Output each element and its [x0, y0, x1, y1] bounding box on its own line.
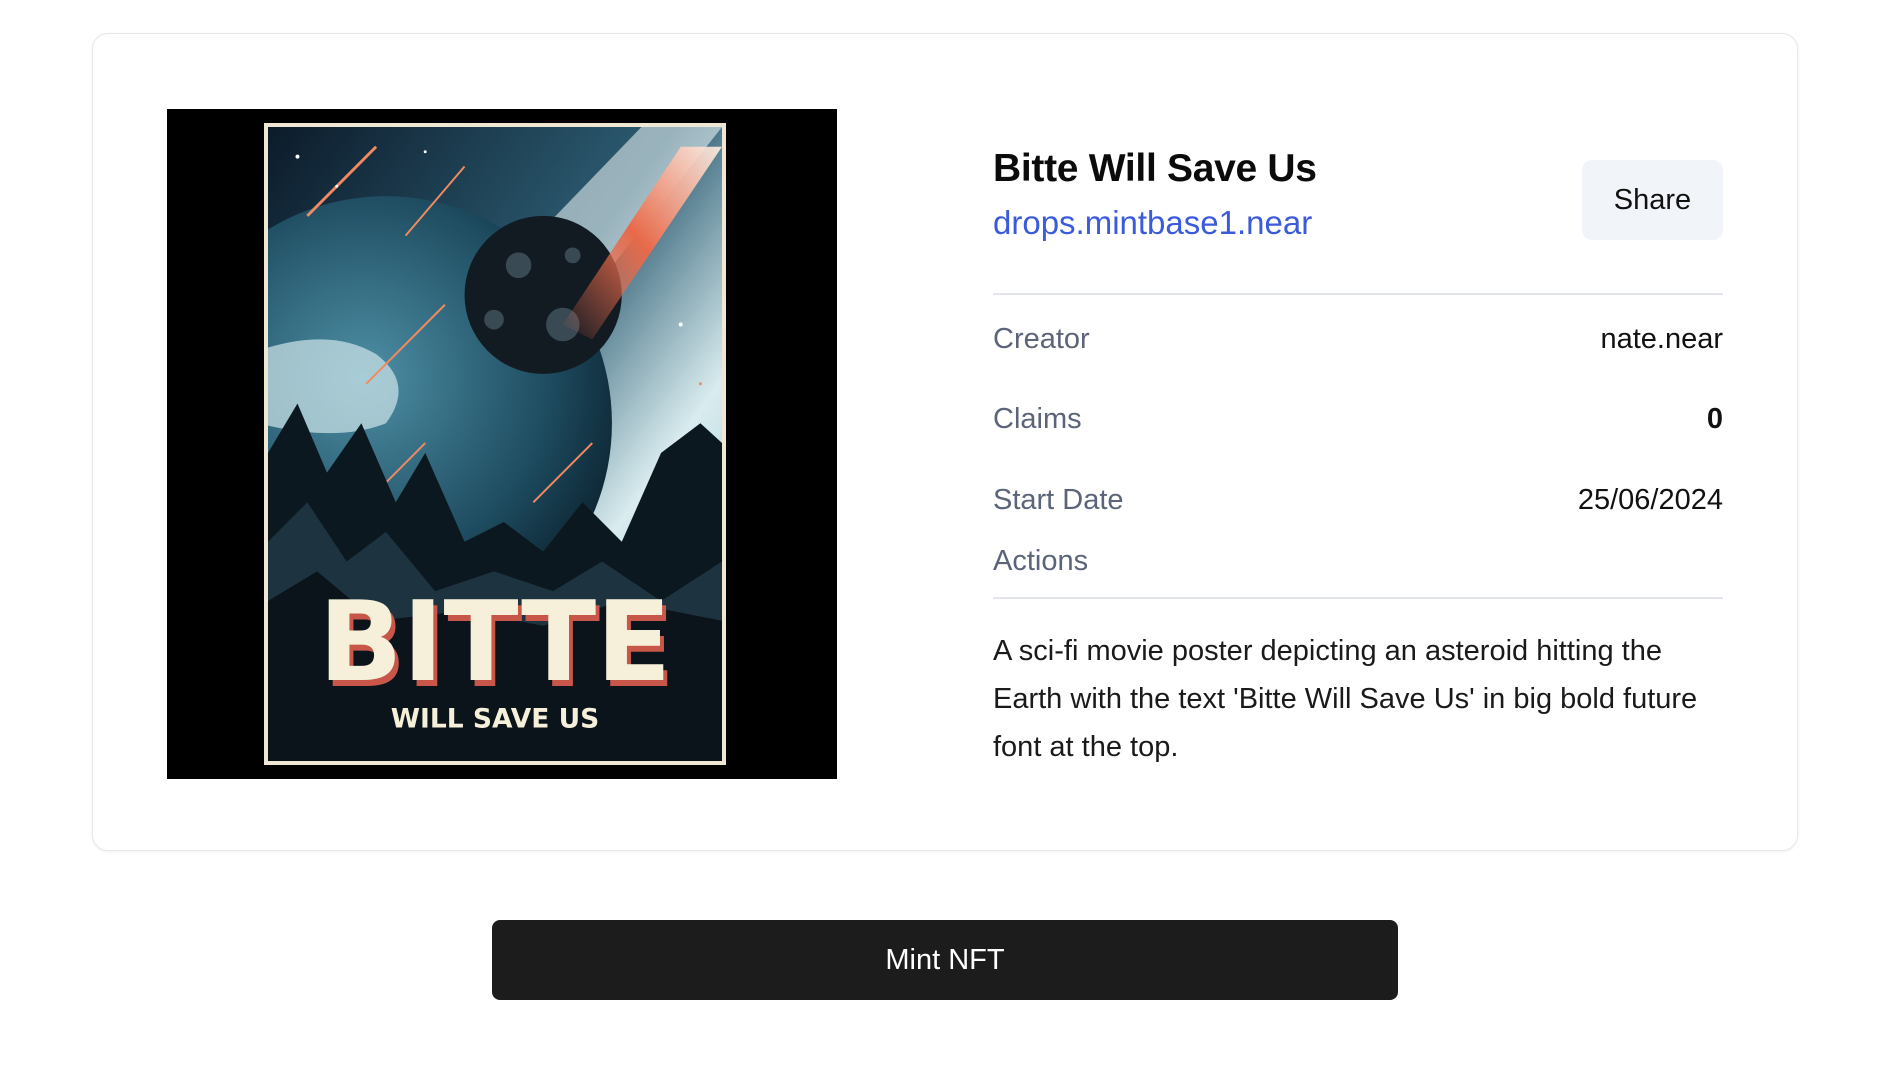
creator-value: nate.near: [1600, 322, 1723, 355]
divider-top: [993, 293, 1723, 295]
divider-bottom: [993, 597, 1723, 599]
meta-row-claims: Claims 0: [993, 399, 1723, 439]
contract-link[interactable]: drops.mintbase1.near: [993, 204, 1312, 242]
nft-drop-card: BITTE BITTE WILL SAVE US Bitte Will Save…: [92, 33, 1798, 851]
creator-label: Creator: [993, 322, 1090, 355]
poster-subtitle: WILL SAVE US: [391, 703, 599, 734]
nft-title: Bitte Will Save Us: [993, 147, 1317, 190]
poster-artwork: BITTE BITTE WILL SAVE US: [268, 127, 722, 761]
claims-value: 0: [1706, 402, 1723, 435]
nft-poster-image: BITTE BITTE WILL SAVE US: [264, 123, 726, 765]
start-date-value: 25/06/2024: [1577, 483, 1723, 516]
meta-row-creator: Creator nate.near: [993, 319, 1723, 359]
claims-label: Claims: [993, 402, 1082, 435]
actions-label: Actions: [993, 544, 1089, 577]
poster-title: BITTE: [319, 579, 672, 707]
share-button[interactable]: Share: [1582, 160, 1723, 240]
nft-description: A sci-fi movie poster depicting an aster…: [993, 635, 1698, 763]
meta-row-actions: Actions: [993, 541, 1723, 581]
start-date-label: Start Date: [993, 483, 1124, 516]
meta-row-start-date: Start Date 25/06/2024: [993, 480, 1723, 520]
mint-nft-button[interactable]: Mint NFT: [492, 920, 1398, 1000]
nft-image-frame: BITTE BITTE WILL SAVE US: [167, 109, 837, 779]
